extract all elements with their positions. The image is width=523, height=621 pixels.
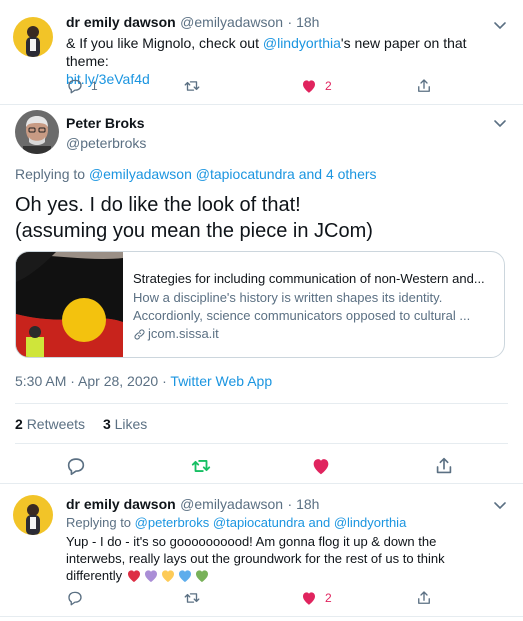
heart-emoji-row [126, 568, 211, 584]
tweet-text-line: Oh yes. I do like the look of that! [15, 194, 301, 216]
tweet-emily-2[interactable]: dr emily dawson @emilyadawson · 18h Repl… [0, 484, 523, 614]
author-name[interactable]: Peter Broks [66, 115, 146, 131]
replying-and: and [308, 515, 331, 530]
heart-emoji-icon [179, 569, 192, 582]
heart-emoji-icon [128, 569, 141, 582]
retweet-icon [184, 81, 200, 91]
tweet-text-line: interwebs, really lays out the groundwor… [66, 551, 445, 566]
card-domain-text: jcom.sissa.it [148, 326, 219, 341]
mention-link[interactable]: @lindyorthia [263, 35, 341, 51]
tweet-time[interactable]: · 18h [288, 14, 320, 30]
timestamp[interactable]: 5:30 AM · Apr 28, 2020 [15, 373, 158, 389]
card-domain: jcom.sissa.it [133, 325, 493, 343]
share-button[interactable] [415, 77, 433, 95]
retweets-count: 2 [15, 416, 23, 432]
reply-button[interactable] [65, 455, 87, 477]
avatar[interactable] [13, 495, 53, 535]
retweet-button[interactable] [182, 589, 202, 607]
replying-mentions[interactable]: @emilyadawson @tapiocatundra and 4 other… [89, 166, 377, 182]
retweet-button[interactable] [189, 455, 213, 477]
heart-filled-icon [303, 80, 315, 93]
share-button[interactable] [415, 589, 433, 607]
share-icon [436, 457, 452, 474]
likes-label: Likes [114, 416, 148, 432]
tweet-text-line: differently [66, 568, 123, 583]
share-button[interactable] [433, 455, 455, 477]
retweet-icon [191, 460, 211, 472]
chevron-down-icon[interactable] [492, 17, 508, 33]
like-button[interactable]: 2 [300, 589, 332, 607]
replying-mention-last[interactable]: @lindyorthia [334, 515, 406, 530]
tweet-time[interactable]: · 18h [288, 496, 320, 512]
tweet-text-line: Yup - I do - it's so goooooooood! Am gon… [66, 534, 437, 549]
tweet-emily-1[interactable]: dr emily dawson @emilyadawson · 18h & If… [0, 0, 523, 104]
avatar[interactable] [13, 17, 53, 57]
heart-filled-icon [313, 459, 329, 475]
divider [15, 443, 508, 444]
reply-button[interactable]: 1 [66, 77, 98, 95]
retweet-button[interactable] [182, 77, 202, 95]
tweet-text-part: & If you like Mignolo, check out [66, 35, 263, 51]
tweet-text: & If you like Mignolo, check out @lindyo… [66, 34, 506, 88]
card-description: Accordionly, science communicators oppos… [133, 308, 471, 323]
heart-emoji-icon [145, 569, 158, 582]
retweet-icon [184, 593, 200, 603]
tweet-text: Oh yes. I do like the look of that! (ass… [15, 192, 373, 244]
heart-filled-icon [303, 592, 315, 605]
engagement-stats: 2 Retweets 3 Likes [15, 416, 147, 432]
divider [15, 403, 508, 404]
chevron-down-icon[interactable] [492, 497, 508, 513]
like-count: 2 [325, 79, 332, 93]
author-handle[interactable]: @emilyadawson [180, 496, 283, 512]
author-name[interactable]: dr emily dawson [66, 14, 176, 30]
like-button[interactable]: 2 [300, 77, 332, 95]
tweet-timestamp: 5:30 AM · Apr 28, 2020 · Twitter Web App [15, 373, 272, 389]
replying-label: Replying to [66, 515, 132, 530]
source-link[interactable]: Twitter Web App [170, 373, 272, 389]
link-icon [134, 328, 145, 340]
replying-to: Replying to @peterbroks @tapiocatundra a… [66, 515, 406, 530]
link-preview-card[interactable]: Strategies for including communication o… [15, 251, 505, 358]
replying-mentions[interactable]: @peterbroks @tapiocatundra [135, 515, 305, 530]
likes-stat[interactable]: 3 Likes [103, 416, 147, 432]
reply-icon [67, 458, 85, 476]
author-handle[interactable]: @emilyadawson [180, 14, 283, 30]
avatar[interactable] [15, 110, 59, 154]
card-description: How a discipline's history is written sh… [133, 290, 443, 305]
card-title: Strategies for including communication o… [133, 271, 485, 286]
separator: · [162, 373, 167, 389]
retweets-label: Retweets [26, 416, 86, 432]
reply-icon [68, 591, 82, 606]
replying-to: Replying to @emilyadawson @tapiocatundra… [15, 166, 377, 182]
heart-emoji-icon [196, 569, 209, 582]
likes-count: 3 [102, 416, 111, 432]
tweet-text-line: (assuming you mean the piece in JCom) [15, 220, 373, 242]
replying-label: Replying to [15, 166, 86, 182]
share-icon [418, 591, 430, 604]
share-icon [418, 79, 430, 92]
author-name[interactable]: dr emily dawson [66, 496, 176, 512]
tweet-text: Yup - I do - it's so goooooooood! Am gon… [66, 533, 506, 584]
chevron-down-icon[interactable] [492, 115, 508, 131]
like-button[interactable] [310, 455, 332, 477]
retweets-stat[interactable]: 2 Retweets [15, 416, 85, 432]
reply-count: 1 [91, 79, 98, 93]
author-handle[interactable]: @peterbroks [66, 135, 146, 151]
reply-icon [68, 79, 82, 94]
heart-emoji-icon [162, 569, 175, 582]
card-image [16, 252, 123, 357]
divider [0, 616, 523, 617]
reply-button[interactable] [66, 589, 84, 607]
like-count: 2 [325, 591, 332, 605]
